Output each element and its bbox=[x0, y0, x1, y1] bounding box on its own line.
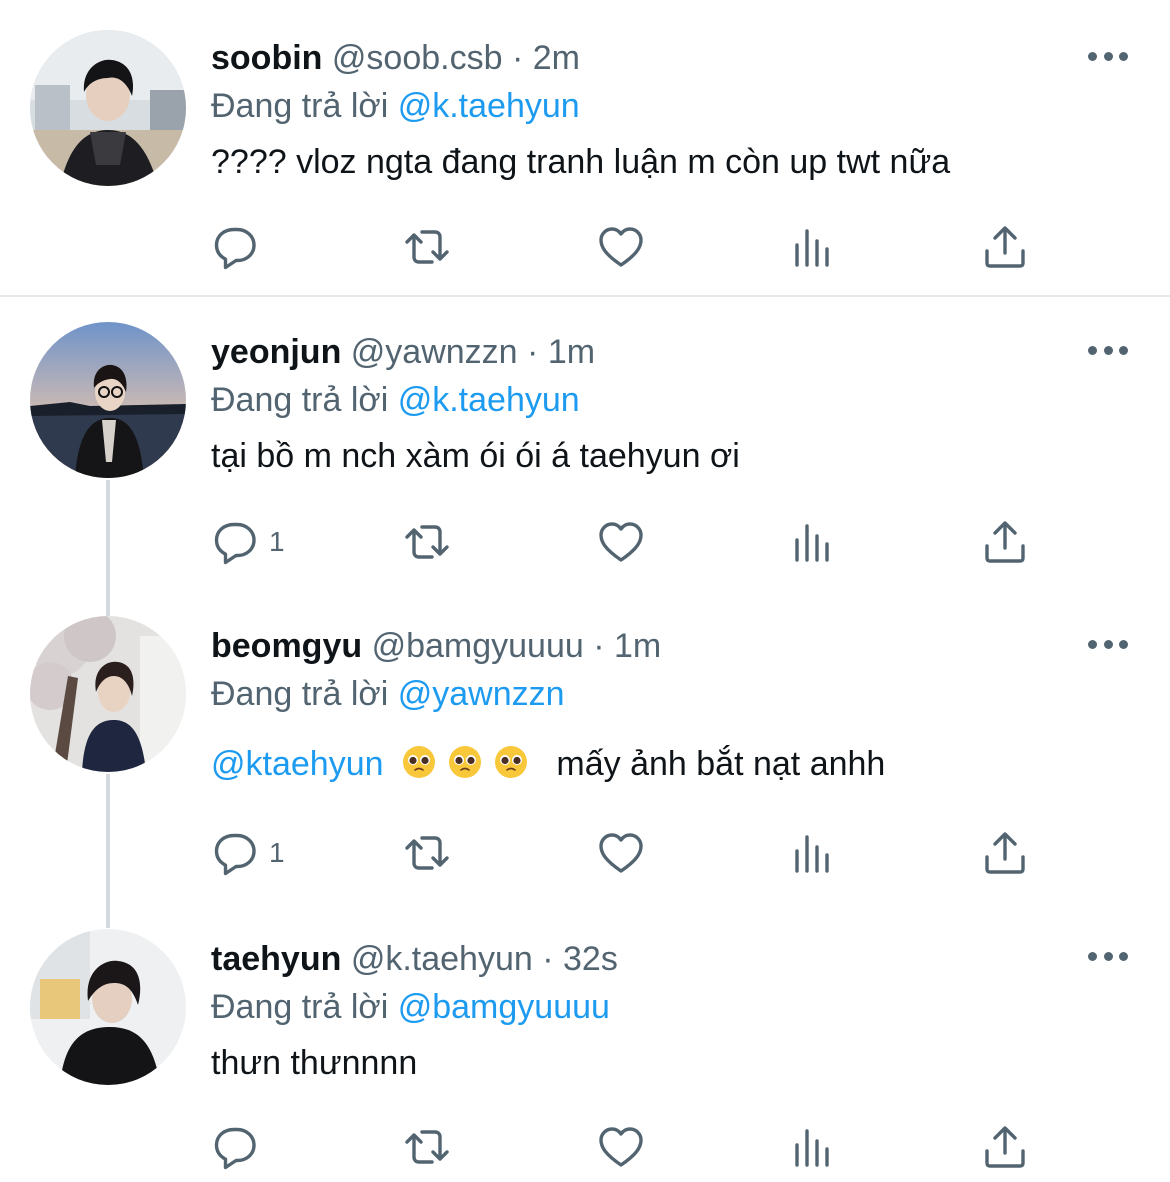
user-handle[interactable]: @soob.csb bbox=[332, 39, 503, 77]
reply-icon bbox=[214, 833, 256, 876]
tweet[interactable]: yeonjun @yawnzzn · 1m Đang trả lời @k.ta… bbox=[0, 297, 1170, 597]
analytics-icon bbox=[795, 835, 829, 873]
replying-to-label: Đang trả lời bbox=[211, 675, 389, 713]
analytics-button[interactable] bbox=[789, 222, 837, 272]
timestamp[interactable]: 1m bbox=[614, 627, 661, 665]
analytics-icon bbox=[795, 524, 829, 562]
replying-to-mention[interactable]: @k.taehyun bbox=[398, 87, 580, 125]
tweet-actions bbox=[211, 222, 1041, 272]
share-icon bbox=[985, 226, 1025, 268]
user-handle[interactable]: @k.taehyun bbox=[351, 940, 533, 978]
separator-dot: · bbox=[593, 627, 605, 665]
pleading-face-icon bbox=[494, 746, 527, 778]
analytics-button[interactable] bbox=[789, 1122, 837, 1172]
avatar-taehyun[interactable] bbox=[30, 929, 186, 1085]
like-button[interactable] bbox=[597, 1122, 645, 1172]
replying-to-label: Đang trả lời bbox=[211, 87, 389, 125]
tweet[interactable]: taehyun @k.taehyun · 32s Đang trả lời @b… bbox=[0, 910, 1170, 1182]
like-button[interactable] bbox=[597, 828, 645, 878]
tweet-actions: 1 bbox=[211, 517, 1041, 567]
replying-to-mention[interactable]: @yawnzzn bbox=[398, 675, 565, 713]
retweet-button[interactable] bbox=[403, 517, 451, 567]
retweet-icon bbox=[405, 525, 449, 559]
analytics-icon bbox=[795, 1129, 829, 1167]
retweet-icon bbox=[405, 230, 449, 264]
tweet-text: ???? vloz ngta đang tranh luận m còn up … bbox=[211, 143, 951, 181]
share-icon bbox=[985, 521, 1025, 563]
timestamp[interactable]: 32s bbox=[563, 940, 618, 978]
separator-dot: · bbox=[527, 333, 539, 371]
reply-icon bbox=[214, 227, 256, 270]
share-button[interactable] bbox=[981, 517, 1029, 567]
pleading-face-icon bbox=[448, 746, 481, 778]
analytics-button[interactable] bbox=[789, 828, 837, 878]
display-name[interactable]: soobin bbox=[211, 39, 322, 77]
like-button[interactable] bbox=[597, 517, 645, 567]
timestamp[interactable]: 2m bbox=[533, 39, 580, 77]
reply-icon bbox=[214, 522, 256, 565]
user-handle[interactable]: @yawnzzn bbox=[351, 333, 518, 371]
analytics-icon bbox=[795, 229, 829, 267]
share-button[interactable] bbox=[981, 222, 1029, 272]
like-icon bbox=[599, 522, 643, 562]
display-name[interactable]: beomgyu bbox=[211, 627, 362, 665]
user-handle[interactable]: @bamgyuuuu bbox=[372, 627, 584, 665]
separator-dot: · bbox=[542, 940, 554, 978]
tweet-actions: 1 bbox=[211, 828, 1041, 878]
analytics-button[interactable] bbox=[789, 517, 837, 567]
reply-count: 1 bbox=[269, 526, 285, 557]
tweet-actions bbox=[211, 1122, 1041, 1172]
more-icon[interactable] bbox=[1088, 634, 1128, 654]
reply-icon bbox=[214, 1127, 256, 1170]
retweet-icon bbox=[405, 836, 449, 870]
tweet-text: thưn thưnnnn bbox=[211, 1044, 418, 1082]
reply-button[interactable] bbox=[211, 1122, 259, 1172]
avatar-beomgyu[interactable] bbox=[30, 616, 186, 772]
avatar-yeonjun[interactable] bbox=[30, 322, 186, 478]
more-icon[interactable] bbox=[1088, 46, 1128, 66]
tweet[interactable]: soobin @soob.csb · 2m Đang trả lời @k.ta… bbox=[0, 0, 1170, 295]
more-icon[interactable] bbox=[1088, 340, 1128, 360]
replying-to-label: Đang trả lời bbox=[211, 988, 389, 1026]
tweet-text: mấy ảnh bắt nạt anhh bbox=[556, 745, 886, 783]
avatar-soobin[interactable] bbox=[30, 30, 186, 186]
tweet[interactable]: beomgyu @bamgyuuuu · 1m Đang trả lời @ya… bbox=[0, 598, 1170, 908]
retweet-button[interactable] bbox=[403, 222, 451, 272]
more-icon[interactable] bbox=[1088, 946, 1128, 966]
pleading-face-icon bbox=[402, 746, 435, 778]
replying-to-label: Đang trả lời bbox=[211, 381, 389, 419]
share-button[interactable] bbox=[981, 1122, 1029, 1172]
replying-to-mention[interactable]: @k.taehyun bbox=[398, 381, 580, 419]
tweet-text: tại bồ m nch xàm ói ói á taehyun ơi bbox=[211, 437, 740, 475]
like-icon bbox=[599, 227, 643, 267]
share-button[interactable] bbox=[981, 828, 1029, 878]
reply-button[interactable] bbox=[211, 222, 259, 272]
display-name[interactable]: taehyun bbox=[211, 940, 341, 978]
like-icon bbox=[599, 833, 643, 873]
retweet-button[interactable] bbox=[403, 1122, 451, 1172]
reply-button[interactable]: 1 bbox=[211, 828, 285, 878]
like-button[interactable] bbox=[597, 222, 645, 272]
separator-dot: · bbox=[511, 39, 524, 77]
replying-to-mention[interactable]: @bamgyuuuu bbox=[398, 988, 610, 1026]
reply-count: 1 bbox=[269, 837, 285, 868]
share-icon bbox=[985, 832, 1025, 874]
tweet-mention[interactable]: @ktaehyun bbox=[211, 745, 384, 783]
retweet-button[interactable] bbox=[403, 828, 451, 878]
share-icon bbox=[985, 1126, 1025, 1168]
display-name[interactable]: yeonjun bbox=[211, 333, 341, 371]
reply-button[interactable]: 1 bbox=[211, 517, 285, 567]
timestamp[interactable]: 1m bbox=[548, 333, 595, 371]
like-icon bbox=[599, 1127, 643, 1167]
retweet-icon bbox=[405, 1130, 449, 1164]
